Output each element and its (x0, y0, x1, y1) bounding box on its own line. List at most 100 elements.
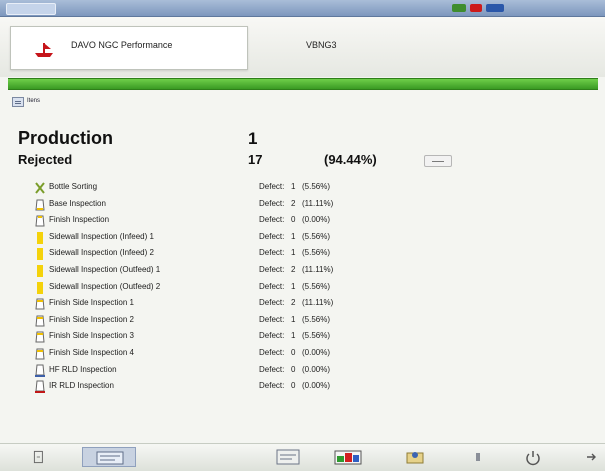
status-bar (8, 78, 598, 90)
defect-count: 0 (291, 364, 296, 374)
defect-percentage: (0.00%) (302, 215, 331, 225)
defect-percentage: (0.00%) (302, 381, 331, 391)
sidewall-inspection-icon (37, 248, 43, 261)
defect-percentage: (11.11%) (302, 298, 334, 308)
finish-side-icon (35, 298, 45, 310)
defect-count: 2 (291, 265, 296, 274)
production-chart-icon (334, 450, 362, 465)
footer-button-power[interactable] (524, 447, 542, 467)
inspection-name: Finish Side Inspection 4 (49, 348, 134, 357)
production-label: Production (18, 128, 113, 148)
inspection-name: Bottle Sorting (49, 182, 98, 191)
inspection-name: Base Inspection (49, 198, 106, 208)
defect-percentage: (5.56%) (302, 248, 331, 258)
details-button[interactable] (424, 155, 452, 167)
inspection-row[interactable]: Sidewall Inspection (Infeed) 2 Defect: 1 (5… (34, 246, 414, 263)
defect-count: 0 (291, 348, 296, 357)
inspection-row[interactable]: IR RLD Inspection Defect: 0 (0.00%) (34, 379, 414, 396)
brand-tab[interactable]: DAVO NGC Performance (10, 26, 248, 70)
defect-label: Defect: (259, 331, 285, 341)
inspection-row[interactable]: Sidewall Inspection (Outfeed) 2 Defect: 1 (… (34, 280, 414, 297)
inspection-row[interactable]: Sidewall Inspection (Outfeed) 1 Defect: 2 (… (34, 263, 414, 280)
inspection-name: IR RLD Inspection (49, 381, 114, 391)
inspection-row[interactable]: Base Inspection Defect: 2 (11.11%) (34, 197, 414, 214)
home-icon (33, 450, 43, 464)
inspection-row[interactable]: HF RLD Inspection Defect: 0 (0.00%) (34, 363, 414, 380)
defect-percentage: (5.56%) (302, 281, 331, 291)
sorting-icon (35, 182, 45, 194)
finish-side-icon (35, 315, 45, 327)
finish-side-icon (35, 331, 45, 343)
defect-label: Defect: (259, 265, 285, 274)
window-titlebar (0, 0, 605, 17)
footer-button-statistics[interactable] (274, 447, 302, 467)
hf-rlo-icon (35, 364, 45, 377)
defect-count: 0 (291, 215, 296, 225)
menu-button[interactable]: Itens (12, 97, 50, 108)
rejected-value: 17 (248, 152, 263, 167)
defect-count: 0 (291, 381, 296, 391)
footer-button-exit[interactable] (582, 447, 600, 467)
defect-count: 1 (291, 231, 296, 241)
defect-percentage: (5.56%) (302, 182, 331, 191)
defect-count: 1 (291, 314, 296, 324)
inspection-row[interactable]: Finish Side Inspection 2 Defect: 1 (5.56%) (34, 313, 414, 330)
defect-label: Defect: (259, 314, 285, 324)
defect-label: Defect: (259, 381, 285, 391)
footer-toolbar (0, 443, 605, 471)
app-menu-button[interactable] (6, 3, 56, 15)
inspection-row[interactable]: Sidewall Inspection (Infeed) 1 Defect: 1 (5… (34, 230, 414, 247)
sidewall-inspection-icon (37, 231, 43, 244)
footer-button-user[interactable] (404, 447, 426, 467)
defect-label: Defect: (259, 364, 285, 374)
status-indicator-green (452, 4, 466, 12)
footer-button-home[interactable] (30, 447, 50, 467)
user-icon (406, 452, 424, 464)
defect-percentage: (11.11%) (302, 198, 334, 208)
inspection-name: Finish Side Inspection 1 (49, 298, 134, 308)
rejected-label: Rejected (18, 152, 73, 167)
inspection-row[interactable]: Finish Side Inspection 3 Defect: 1 (5.56%) (34, 329, 414, 346)
menu-label: Itens (27, 98, 41, 104)
machine-id: VBNG3 (306, 40, 337, 50)
ship-icon (35, 43, 53, 57)
power-icon (526, 451, 540, 466)
status-indicator-red (470, 4, 482, 12)
inspection-name: Finish Side Inspection 2 (49, 314, 134, 324)
statistics-icon (276, 449, 300, 465)
base-inspection-icon (35, 199, 45, 211)
defect-label: Defect: (259, 182, 285, 191)
inspection-name: Finish Inspection (49, 215, 110, 225)
inspection-name: HF RLD Inspection (49, 364, 117, 374)
defect-count: 1 (291, 182, 296, 191)
menu-icon (12, 97, 24, 107)
status-indicator-blue (486, 4, 504, 12)
rejected-percentage: (94.44%) (324, 152, 377, 167)
inspection-name: Sidewall Inspection (Infeed) 2 (49, 248, 154, 258)
defect-percentage: (0.00%) (302, 348, 331, 357)
defect-label: Defect: (259, 281, 285, 291)
footer-button-production[interactable] (332, 447, 364, 467)
defect-percentage: (5.56%) (302, 231, 331, 241)
sidewall-inspection-icon (37, 281, 43, 294)
window-title (252, 2, 348, 14)
defect-count: 1 (291, 331, 296, 341)
defect-count: 2 (291, 198, 296, 208)
footer-button-settings[interactable] (470, 447, 486, 467)
overview-icon (96, 451, 124, 465)
finish-side-icon (35, 348, 45, 360)
defect-count: 2 (291, 298, 296, 308)
defect-label: Defect: (259, 231, 285, 241)
inspection-row[interactable]: Finish Side Inspection 1 Defect: 2 (11.11%) (34, 296, 414, 313)
defect-percentage: (5.56%) (302, 331, 331, 341)
defect-label: Defect: (259, 298, 285, 308)
settings-icon (476, 453, 480, 461)
inspection-row[interactable]: Finish Side Inspection 4 Defect: 0 (0.00%) (34, 346, 414, 363)
defect-label: Defect: (259, 248, 285, 258)
inspection-name: Sidewall Inspection (Infeed) 1 (49, 231, 154, 241)
inspection-row[interactable]: Finish Inspection Defect: 0 (0.00%) (34, 213, 414, 230)
footer-button-overview[interactable] (82, 447, 136, 467)
defect-percentage: (5.56%) (302, 314, 331, 324)
inspection-row[interactable]: Bottle Sorting Defect: 1 (5.56%) (34, 180, 414, 197)
inspection-name: Finish Side Inspection 3 (49, 331, 134, 341)
